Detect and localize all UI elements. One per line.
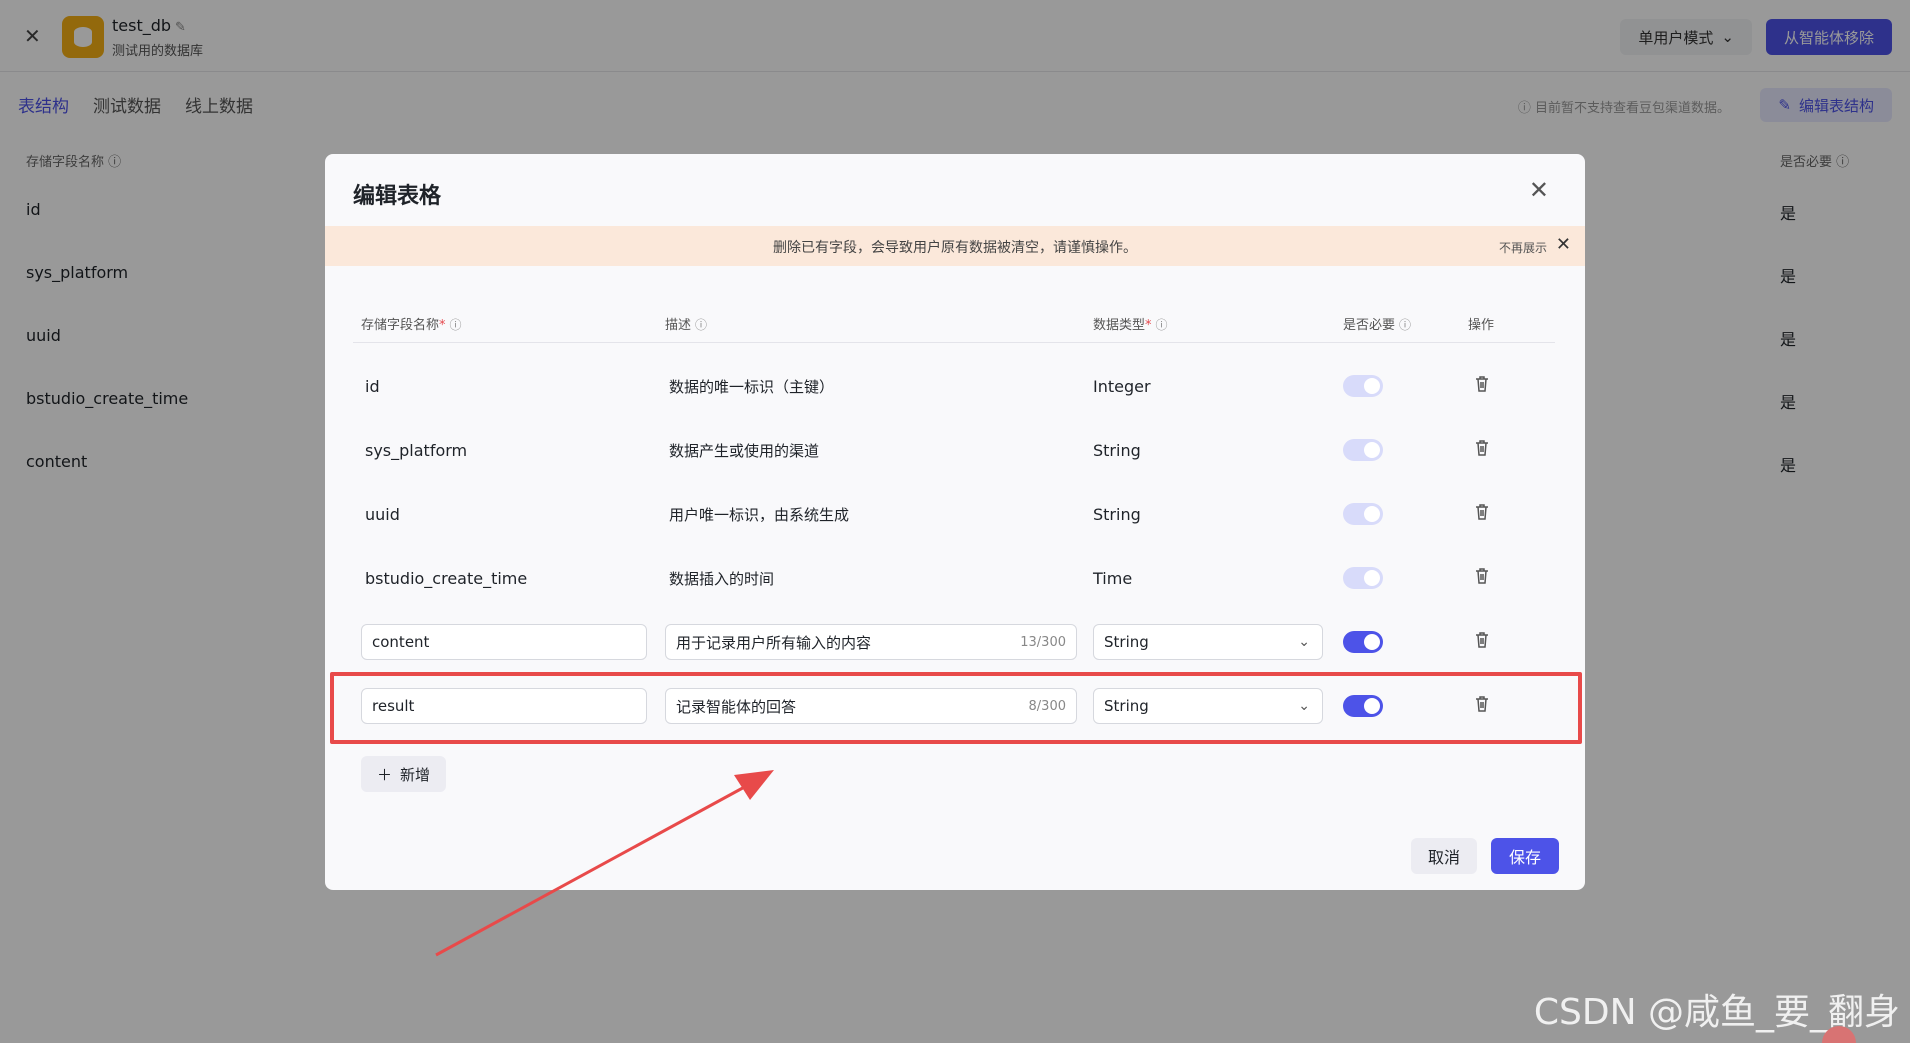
field-desc: 数据插入的时间 — [669, 569, 775, 588]
cancel-button[interactable]: 取消 — [1411, 838, 1478, 874]
warning-text: 删除已有字段，会导致用户原有数据被清空，请谨慎操作。 — [773, 240, 1137, 256]
required-toggle[interactable] — [1343, 567, 1383, 589]
info-icon: ⓘ — [449, 318, 462, 332]
plus-icon: ＋ — [377, 765, 393, 784]
highlight-box — [330, 672, 1582, 744]
field-name: sys_platform — [365, 440, 468, 460]
add-field-button[interactable]: ＋ 新增 — [361, 756, 447, 792]
divider — [353, 342, 1555, 343]
info-icon: ⓘ — [1399, 318, 1412, 332]
required-toggle[interactable] — [1343, 439, 1383, 461]
trash-icon[interactable] — [1473, 630, 1491, 650]
field-name-input[interactable]: content — [361, 624, 647, 660]
trash-icon[interactable] — [1473, 374, 1491, 394]
table-row: uuid 用户唯一标识，由系统生成 String — [325, 482, 1585, 546]
col-head-field: 存储字段名称* ⓘ — [361, 318, 462, 333]
close-icon[interactable]: ✕ — [1556, 234, 1571, 255]
required-toggle[interactable] — [1343, 503, 1383, 525]
trash-icon[interactable] — [1473, 502, 1491, 522]
field-type: Integer — [1093, 376, 1151, 396]
table-row: sys_platform 数据产生或使用的渠道 String — [325, 418, 1585, 482]
field-type: String — [1093, 504, 1141, 524]
info-icon: ⓘ — [1155, 318, 1168, 332]
table-row: content 用于记录用户所有输入的内容 13/300 String ⌄ — [325, 610, 1585, 674]
field-desc: 数据的唯一标识（主键） — [669, 377, 835, 396]
col-head-type: 数据类型* ⓘ — [1093, 318, 1168, 333]
type-select[interactable]: String ⌄ — [1093, 624, 1323, 660]
field-name: uuid — [365, 504, 400, 524]
col-head-required: 是否必要 ⓘ — [1343, 318, 1412, 333]
trash-icon[interactable] — [1473, 566, 1491, 586]
info-icon: ⓘ — [695, 318, 708, 332]
col-head-ops: 操作 — [1468, 318, 1495, 333]
field-type: Time — [1093, 568, 1133, 588]
required-toggle[interactable] — [1343, 631, 1383, 653]
save-button[interactable]: 保存 — [1491, 838, 1560, 874]
field-name: id — [365, 376, 380, 396]
modal-title: 编辑表格 — [353, 184, 442, 209]
field-type: String — [1093, 440, 1141, 460]
table-row: bstudio_create_time 数据插入的时间 Time — [325, 546, 1585, 610]
edit-table-modal: 编辑表格 ✕ 删除已有字段，会导致用户原有数据被清空，请谨慎操作。 不再展示 ✕… — [325, 154, 1585, 890]
chevron-down-icon: ⌄ — [1298, 634, 1310, 650]
char-counter: 13/300 — [1020, 634, 1066, 650]
col-head-desc: 描述 ⓘ — [665, 318, 708, 333]
close-icon[interactable]: ✕ — [1529, 176, 1549, 204]
field-desc: 数据产生或使用的渠道 — [669, 441, 820, 460]
field-name: bstudio_create_time — [365, 568, 528, 588]
warning-banner: 删除已有字段，会导致用户原有数据被清空，请谨慎操作。 不再展示 ✕ — [325, 226, 1585, 266]
table-row: id 数据的唯一标识（主键） Integer — [325, 354, 1585, 418]
field-desc: 用户唯一标识，由系统生成 — [669, 505, 850, 524]
field-desc-input[interactable]: 用于记录用户所有输入的内容 13/300 — [665, 624, 1077, 660]
dont-show-again-link[interactable]: 不再展示 — [1499, 239, 1547, 256]
trash-icon[interactable] — [1473, 438, 1491, 458]
required-toggle[interactable] — [1343, 375, 1383, 397]
